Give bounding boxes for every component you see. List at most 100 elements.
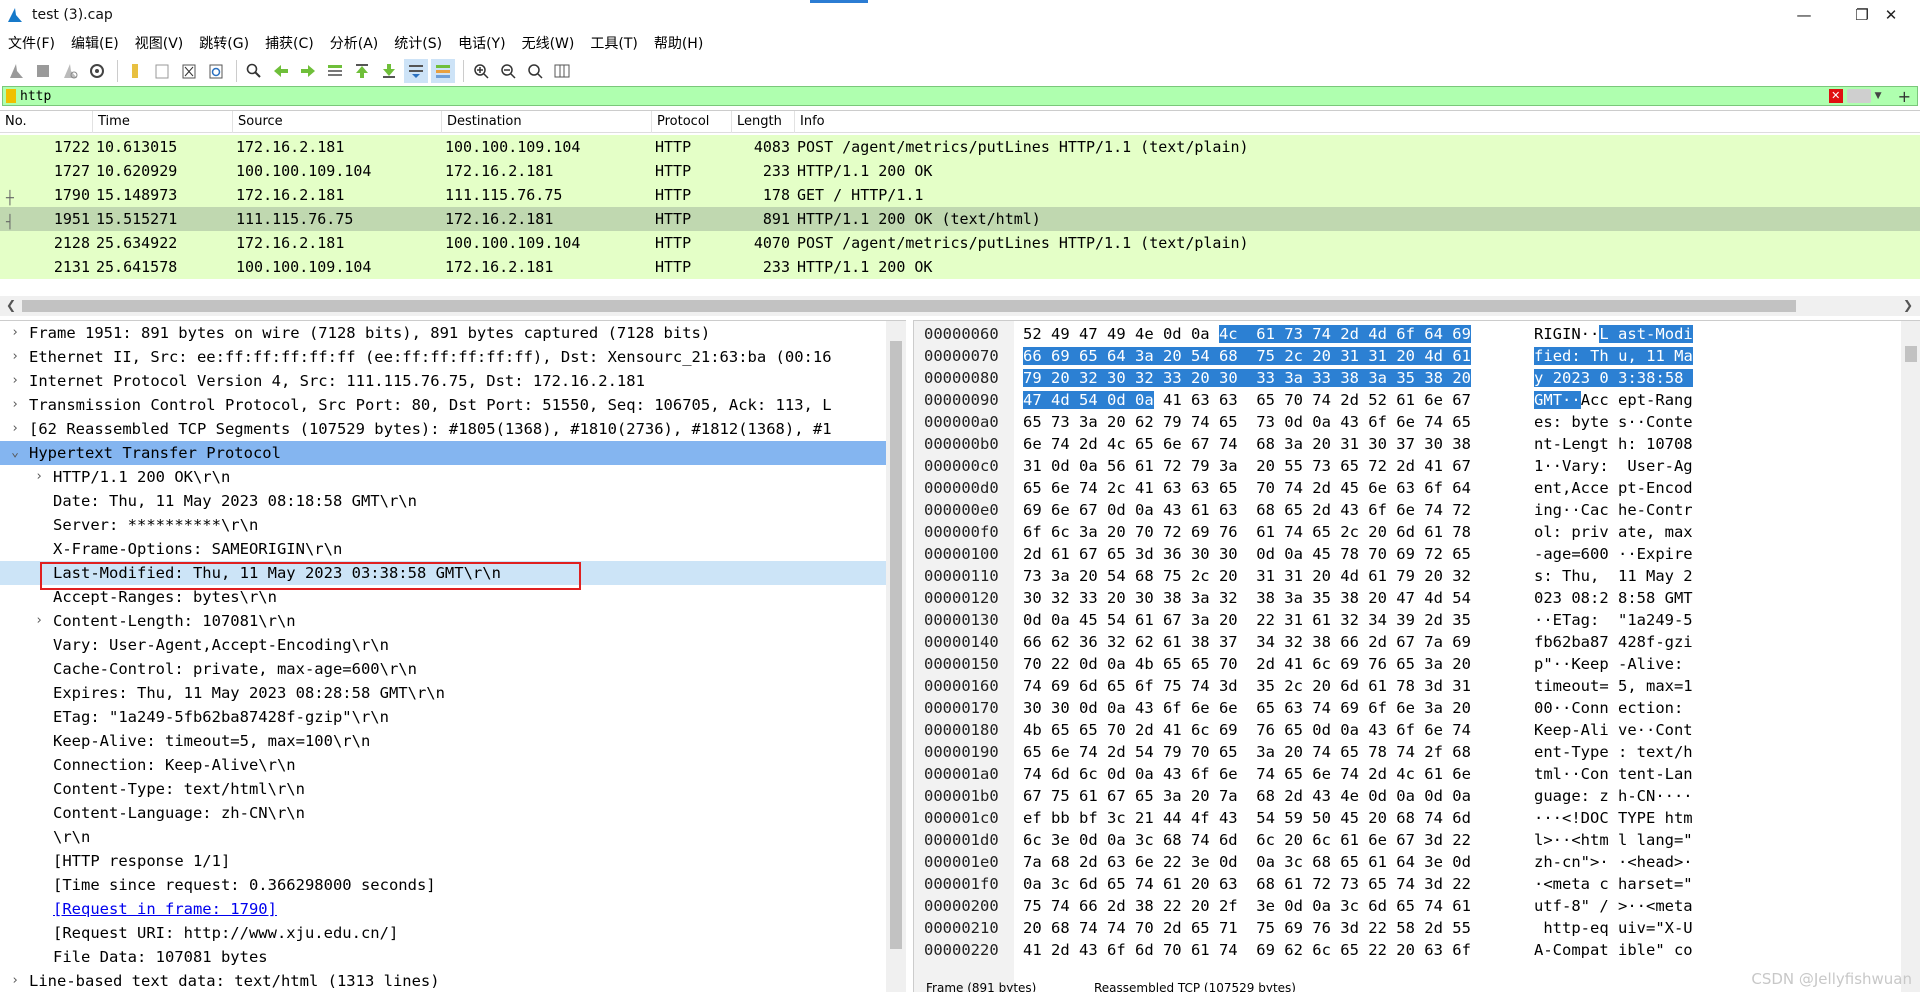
chevron-right-icon[interactable]: › xyxy=(8,321,22,345)
detail-row[interactable]: Content-Language: zh-CN\r\n xyxy=(0,801,886,825)
chevron-down-icon[interactable]: ⌄ xyxy=(8,441,22,465)
bytes-vertical-scrollbar[interactable] xyxy=(1901,321,1920,992)
close-button[interactable]: ✕ xyxy=(1862,0,1920,30)
zoom-out-icon[interactable] xyxy=(496,59,520,83)
packet-row[interactable]: 1790 15.148973 172.16.2.181 111.115.76.75 HT… xyxy=(0,183,1920,207)
detail-row[interactable]: X-Frame-Options: SAMEORIGIN\r\n xyxy=(0,537,886,561)
column-header-destination[interactable]: Destination xyxy=(442,111,652,133)
detail-row[interactable]: › [62 Reassembled TCP Segments (107529 by… xyxy=(0,417,886,441)
detail-row[interactable]: \r\n xyxy=(0,825,886,849)
bytes-hex[interactable]: 41 2d 43 6f 6d 70 61 74 69 62 6c 65 22 2… xyxy=(1023,939,1471,961)
detail-row[interactable]: › Line-based text data: text/html (1313 l… xyxy=(0,969,886,992)
bytes-hex[interactable]: 74 6d 6c 0d 0a 43 6f 6e 74 65 6e 74 2d 4… xyxy=(1023,763,1471,785)
detail-row[interactable]: ⌄ Hypertext Transfer Protocol xyxy=(0,441,886,465)
chevron-right-icon[interactable]: › xyxy=(32,609,46,633)
chevron-right-icon[interactable]: › xyxy=(8,369,22,393)
chevron-right-icon[interactable]: › xyxy=(8,417,22,441)
detail-row[interactable]: ETag: "1a249-5fb62ba87428f-gzip"\r\n xyxy=(0,705,886,729)
detail-row[interactable]: › Ethernet II, Src: ee:ff:ff:ff:ff:ff (ee… xyxy=(0,345,886,369)
bytes-ascii[interactable]: es: byte s··Conte xyxy=(1534,411,1693,433)
go-forward-icon[interactable] xyxy=(296,59,320,83)
chevron-right-icon[interactable]: › xyxy=(8,969,22,992)
packet-row[interactable]: 2128 25.634922 172.16.2.181 100.100.109.104… xyxy=(0,231,1920,255)
bytes-hex[interactable]: 69 6e 67 0d 0a 43 61 63 68 65 2d 43 6f 6… xyxy=(1023,499,1471,521)
bytes-ascii[interactable]: l>··<htm l lang=" xyxy=(1534,829,1693,851)
bytes-ascii[interactable]: http-eq uiv="X-U xyxy=(1534,917,1692,939)
bytes-hex[interactable]: 66 69 65 64 3a 20 54 68 75 2c 20 31 31 2… xyxy=(1023,345,1471,367)
menu-view[interactable]: 视图(V) xyxy=(127,33,192,53)
detail-row[interactable]: › HTTP/1.1 200 OK\r\n xyxy=(0,465,886,489)
detail-row[interactable]: Connection: Keep-Alive\r\n xyxy=(0,753,886,777)
apply-filter-icon[interactable] xyxy=(1846,89,1871,103)
chevron-right-icon[interactable]: › xyxy=(8,345,22,369)
bytes-ascii[interactable]: GMT··Acc ept-Rang xyxy=(1534,389,1693,411)
start-capture-icon[interactable] xyxy=(4,59,28,83)
bytes-ascii[interactable]: timeout= 5, max=1 xyxy=(1534,675,1693,697)
details-vertical-scrollbar[interactable] xyxy=(886,321,906,992)
detail-row[interactable]: [Time since request: 0.366298000 seconds… xyxy=(0,873,886,897)
go-last-packet-icon[interactable] xyxy=(377,59,401,83)
bytes-hex[interactable]: 79 20 32 30 32 33 20 30 33 3a 33 38 3a 3… xyxy=(1023,367,1471,389)
filter-bookmark-icon[interactable] xyxy=(6,89,16,103)
bytes-hex[interactable]: 67 75 61 67 65 3a 20 7a 68 2d 43 4e 0d 0… xyxy=(1023,785,1471,807)
bytes-hex[interactable]: 30 30 0d 0a 43 6f 6e 6e 65 63 74 69 6f 6… xyxy=(1023,697,1471,719)
column-header-source[interactable]: Source xyxy=(233,111,442,133)
bytes-hex[interactable]: 74 69 6d 65 6f 75 74 3d 35 2c 20 6d 61 7… xyxy=(1023,675,1471,697)
menu-go[interactable]: 跳转(G) xyxy=(191,33,257,53)
bytes-ascii[interactable]: ent,Acce pt-Encod xyxy=(1534,477,1693,499)
bytes-hex[interactable]: 31 0d 0a 56 61 72 79 3a 20 55 73 65 72 2… xyxy=(1023,455,1471,477)
tab-frame-bytes[interactable]: Frame (891 bytes) xyxy=(926,981,1036,992)
bytes-hex[interactable]: 6e 74 2d 4c 65 6e 67 74 68 3a 20 31 30 3… xyxy=(1023,433,1471,455)
column-header-protocol[interactable]: Protocol xyxy=(652,111,732,133)
bytes-hex[interactable]: 73 3a 20 54 68 75 2c 20 31 31 20 4d 61 7… xyxy=(1023,565,1471,587)
menu-help[interactable]: 帮助(H) xyxy=(646,33,711,53)
bytes-ascii[interactable]: ing··Cac he-Contr xyxy=(1534,499,1693,521)
zoom-reset-icon[interactable] xyxy=(523,59,547,83)
bytes-ascii[interactable]: Keep-Ali ve··Cont xyxy=(1534,719,1693,741)
minimize-button[interactable]: — xyxy=(1775,0,1833,30)
bytes-hex[interactable]: 30 32 33 20 30 38 3a 32 38 3a 35 38 20 4… xyxy=(1023,587,1471,609)
detail-row[interactable]: Cache-Control: private, max-age=600\r\n xyxy=(0,657,886,681)
column-header-length[interactable]: Length xyxy=(732,111,795,133)
detail-row[interactable]: › Internet Protocol Version 4, Src: 111.1… xyxy=(0,369,886,393)
column-header-no[interactable]: No. xyxy=(0,111,93,133)
menu-telephony[interactable]: 电话(Y) xyxy=(450,33,513,53)
scrollbar-thumb[interactable] xyxy=(22,300,1796,312)
bytes-ascii[interactable]: tml··Con tent-Lan xyxy=(1534,763,1693,785)
bytes-ascii[interactable]: guage: z h-CN···· xyxy=(1534,785,1693,807)
go-first-packet-icon[interactable] xyxy=(350,59,374,83)
bytes-hex[interactable]: 47 4d 54 0d 0a 41 63 63 65 70 74 2d 52 6… xyxy=(1023,389,1471,411)
bytes-hex[interactable]: 20 68 74 74 70 2d 65 71 75 69 76 3d 22 5… xyxy=(1023,917,1471,939)
reload-file-icon[interactable] xyxy=(204,59,228,83)
bytes-ascii[interactable]: utf-8" / >··<meta xyxy=(1534,895,1693,917)
bytes-ascii[interactable]: 023 08:2 8:58 GMT xyxy=(1534,587,1693,609)
bytes-ascii[interactable]: 1··Vary: User-Ag xyxy=(1534,455,1693,477)
menu-statistics[interactable]: 统计(S) xyxy=(386,33,450,53)
bytes-ascii[interactable]: ol: priv ate, max xyxy=(1534,521,1693,543)
bytes-hex[interactable]: 7a 68 2d 63 6e 22 3e 0d 0a 3c 68 65 61 6… xyxy=(1023,851,1471,873)
display-filter-input[interactable]: http xyxy=(20,89,1829,104)
filter-history-chevron-down-icon[interactable]: ▼ xyxy=(1875,91,1882,101)
bytes-hex[interactable]: 70 22 0d 0a 4b 65 65 70 2d 41 6c 69 76 6… xyxy=(1023,653,1471,675)
detail-row[interactable]: Expires: Thu, 11 May 2023 08:28:58 GMT\r… xyxy=(0,681,886,705)
bytes-ascii[interactable]: nt-Lengt h: 10708 xyxy=(1534,433,1693,455)
save-file-icon[interactable] xyxy=(150,59,174,83)
bytes-hex[interactable]: ef bb bf 3c 21 44 4f 43 54 59 50 45 20 6… xyxy=(1023,807,1471,829)
scrollbar-thumb[interactable] xyxy=(1905,346,1917,362)
bytes-hex[interactable]: 6c 3e 0d 0a 3c 68 74 6d 6c 20 6c 61 6e 6… xyxy=(1023,829,1471,851)
packet-row[interactable]: 1727 10.620929 100.100.109.104 172.16.2.181… xyxy=(0,159,1920,183)
bytes-ascii[interactable]: fb62ba87 428f-gzi xyxy=(1534,631,1693,653)
bytes-hex[interactable]: 52 49 47 49 4e 0d 0a 4c 61 73 74 2d 4d 6… xyxy=(1023,323,1471,345)
go-back-icon[interactable] xyxy=(269,59,293,83)
bytes-hex[interactable]: 4b 65 65 70 2d 41 6c 69 76 65 0d 0a 43 6… xyxy=(1023,719,1471,741)
bytes-ascii[interactable]: y 2023 0 3:38:58 xyxy=(1534,367,1693,389)
bytes-ascii[interactable]: zh-cn">· ·<head>· xyxy=(1534,851,1693,873)
menu-file[interactable]: 文件(F) xyxy=(0,33,63,53)
detail-row[interactable]: › Transmission Control Protocol, Src Port… xyxy=(0,393,886,417)
open-file-icon[interactable] xyxy=(123,59,147,83)
detail-row[interactable]: › Content-Length: 107081\r\n xyxy=(0,609,886,633)
capture-options-icon[interactable] xyxy=(85,59,109,83)
restart-capture-icon[interactable] xyxy=(58,59,82,83)
bytes-hex[interactable]: 2d 61 67 65 3d 36 30 30 0d 0a 45 78 70 6… xyxy=(1023,543,1471,565)
packet-row[interactable]: 2131 25.641578 100.100.109.104 172.16.2.181… xyxy=(0,255,1920,279)
